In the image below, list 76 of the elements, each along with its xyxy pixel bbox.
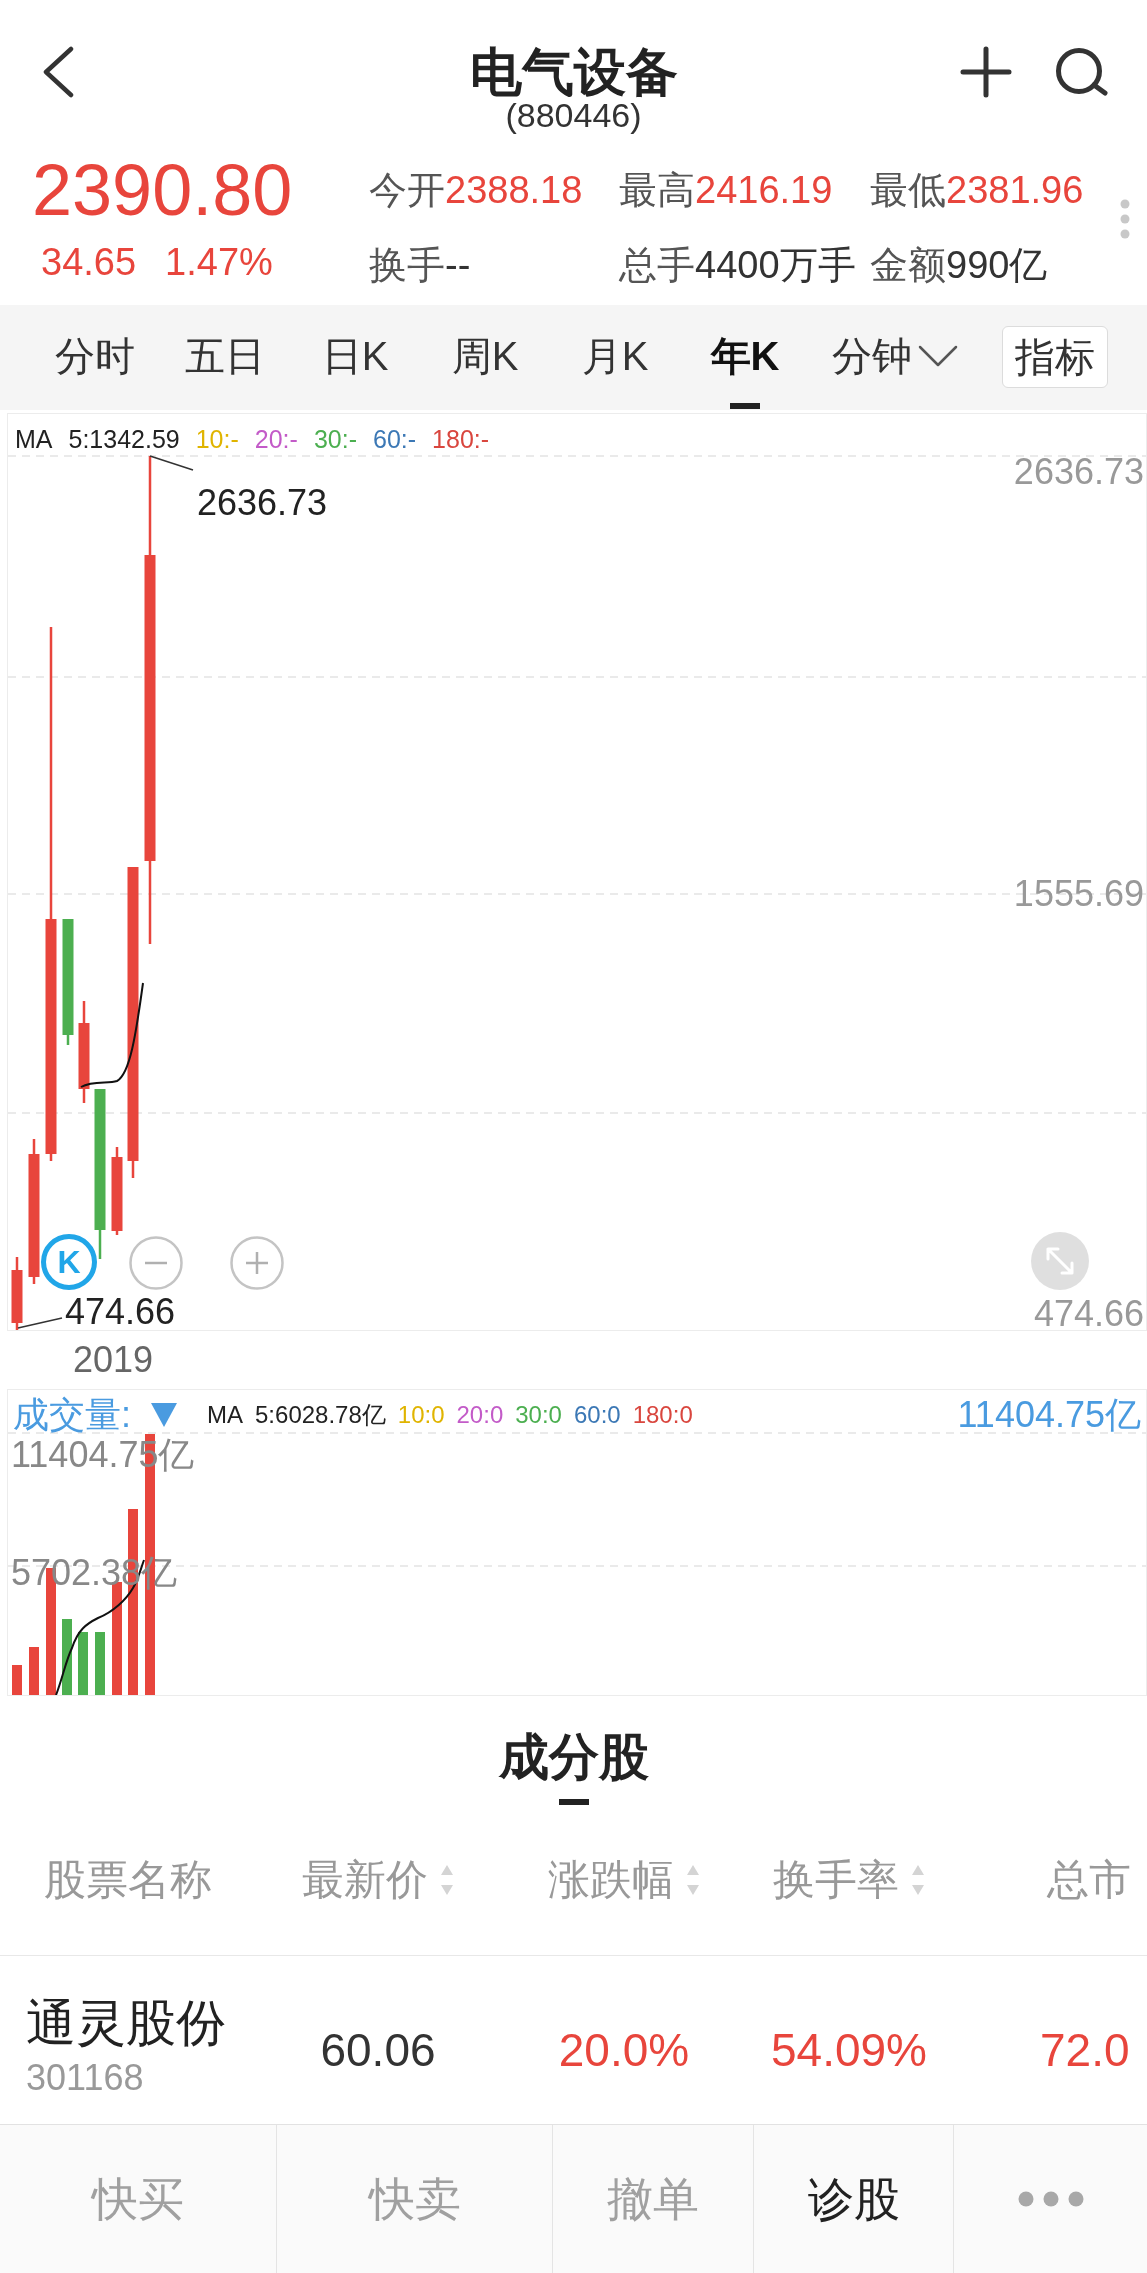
change-percent: 1.47%: [165, 240, 273, 285]
leader-line: [149, 455, 194, 471]
legend-label: MA: [15, 424, 53, 454]
period-tab[interactable]: 年K: [680, 305, 810, 410]
low-price-label: 474.66: [65, 1294, 176, 1330]
period-tab[interactable]: 分时: [30, 305, 160, 410]
period-dropdown[interactable]: 分钟: [810, 305, 980, 410]
legend-value: 10:0: [397, 1400, 445, 1430]
last-price: 2390.80: [32, 150, 293, 230]
legend-value: 180:-: [432, 424, 490, 454]
axis-label: 2019: [73, 1340, 154, 1380]
stat-label: 今开: [369, 167, 445, 212]
stat-label: 总手: [619, 242, 695, 287]
stock-name[interactable]: 通灵股份: [26, 1995, 226, 2051]
legend-label: MA: [207, 1400, 243, 1430]
sort-icon[interactable]: [911, 1863, 925, 1897]
stat-value: --: [445, 242, 471, 287]
table-cell-text: 60.06: [320, 2023, 436, 2078]
plus-icon[interactable]: [960, 46, 1012, 98]
period-tab[interactable]: 五日: [160, 305, 290, 410]
table-cell-text: 54.09%: [771, 2023, 927, 2078]
current-volume: 11404.75亿: [957, 1395, 1141, 1435]
stat-value: 2381.96: [946, 167, 1084, 212]
column-header: 股票名称: [44, 1856, 212, 1904]
stock-code: (880446): [505, 98, 642, 132]
stock-code: 301168: [26, 2058, 144, 2098]
stat-label: 最低: [870, 167, 946, 212]
sort-icon[interactable]: [440, 1863, 454, 1897]
legend-value: 60:0: [573, 1400, 621, 1430]
indicator-button[interactable]: 指标: [1002, 326, 1108, 388]
table-cell-text: 20.0%: [558, 2023, 690, 2078]
table-cell-text: 72.0: [1040, 2023, 1130, 2078]
stat-value: 990亿: [946, 242, 1048, 287]
stat-label: 最高: [619, 167, 695, 212]
legend-value: 30:-: [313, 424, 357, 454]
volume-bar: [78, 1632, 88, 1695]
axis-label: 2636.73: [1013, 454, 1144, 490]
period-tab[interactable]: 月K: [550, 305, 680, 410]
expand-icon[interactable]: [1031, 1232, 1089, 1290]
section-title: 成分股: [498, 1729, 649, 1785]
title-underline: [558, 1799, 589, 1805]
minus-circle-icon[interactable]: [129, 1236, 183, 1290]
legend-value: 60:-: [373, 424, 417, 454]
back-icon[interactable]: [41, 46, 75, 98]
legend-value: 20:-: [254, 424, 298, 454]
legend-value: 20:0: [456, 1400, 504, 1430]
column-header: 总市: [1047, 1856, 1131, 1904]
axis-label: 1555.69: [1013, 876, 1144, 912]
stat-value: 2416.19: [695, 167, 833, 212]
legend-value: 30:0: [515, 1400, 562, 1430]
triangle-down-icon[interactable]: [151, 1403, 177, 1427]
volume-bar: [95, 1632, 105, 1695]
legend-value: 5:1342.59: [68, 424, 180, 454]
legend-value: 10:-: [195, 424, 239, 454]
leader-line: [17, 1317, 63, 1329]
legend-value: 5:6028.78亿: [255, 1400, 386, 1430]
price-change: 34.65: [41, 240, 137, 285]
high-price-label: 2636.73: [197, 483, 328, 523]
stat-label: 换手: [369, 242, 445, 287]
legend-value: 180:0: [632, 1400, 693, 1430]
toolbar-button[interactable]: 诊股: [753, 2125, 953, 2273]
volume-bar: [29, 1647, 39, 1695]
more-icon[interactable]: [1017, 2191, 1084, 2207]
page-title: 电气设备: [469, 46, 678, 98]
axis-label: 474.66: [1033, 1296, 1144, 1332]
period-tab[interactable]: 日K: [290, 305, 420, 410]
chevron-down-icon: [918, 345, 958, 367]
period-tab[interactable]: 周K: [420, 305, 550, 410]
stat-value: 2388.18: [445, 167, 583, 212]
stat-value: 4400万手: [695, 242, 856, 287]
stat-label: 金额: [870, 242, 946, 287]
volume-bar: [12, 1665, 22, 1695]
plus-circle-icon[interactable]: [230, 1236, 284, 1290]
sort-icon[interactable]: [686, 1863, 700, 1897]
search-icon[interactable]: [1055, 47, 1109, 97]
more-vertical-icon[interactable]: [1120, 199, 1130, 239]
